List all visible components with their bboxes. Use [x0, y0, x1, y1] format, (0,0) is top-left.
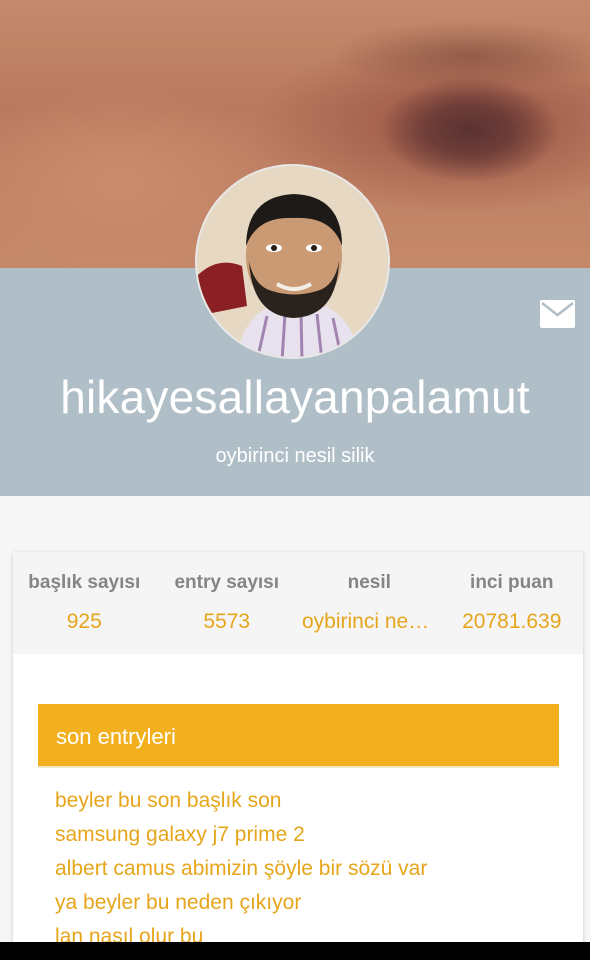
entry-link[interactable]: beyler bu son başlık son: [55, 784, 559, 818]
stat-value: 5573: [203, 610, 251, 633]
stat-value: 20781.639: [462, 610, 562, 633]
avatar-photo: [197, 166, 388, 357]
profile-card: başlık sayısı 925 entry sayısı 5573 nesi…: [13, 552, 583, 960]
avatar[interactable]: [195, 164, 390, 359]
entry-link[interactable]: samsung galaxy j7 prime 2: [55, 818, 559, 852]
stat-generation: nesil oybirinci nesil silik: [298, 552, 441, 654]
system-navigation-bar: [0, 942, 590, 960]
stat-entry-count: entry sayısı 5573: [156, 552, 299, 654]
recent-entries-title: son entryleri: [38, 704, 559, 768]
stat-label: başlık sayısı: [28, 572, 141, 593]
stat-label: inci puan: [470, 572, 554, 593]
recent-entries-section: son entryleri beyler bu son başlık son s…: [38, 704, 559, 954]
stat-topic-count: başlık sayısı 925: [13, 552, 156, 654]
stat-score: inci puan 20781.639: [441, 552, 584, 654]
cover-detail: [330, 20, 590, 90]
profile-generation: oybirinci nesil silik: [215, 445, 375, 467]
entry-link[interactable]: ya beyler bu neden çıkıyor: [55, 886, 559, 920]
stats-row: başlık sayısı 925 entry sayısı 5573 nesi…: [13, 552, 583, 654]
entry-link[interactable]: albert camus abimizin şöyle bir sözü var: [55, 852, 559, 886]
stat-value: oybirinci nesil silik: [302, 610, 441, 633]
stat-label: nesil: [347, 572, 391, 593]
envelope-icon[interactable]: [540, 300, 575, 328]
stat-value: 925: [66, 610, 102, 633]
stat-label: entry sayısı: [174, 572, 280, 593]
profile-username: hikayesallayanpalamut: [60, 371, 530, 423]
recent-entries-list: beyler bu son başlık son samsung galaxy …: [38, 768, 559, 954]
